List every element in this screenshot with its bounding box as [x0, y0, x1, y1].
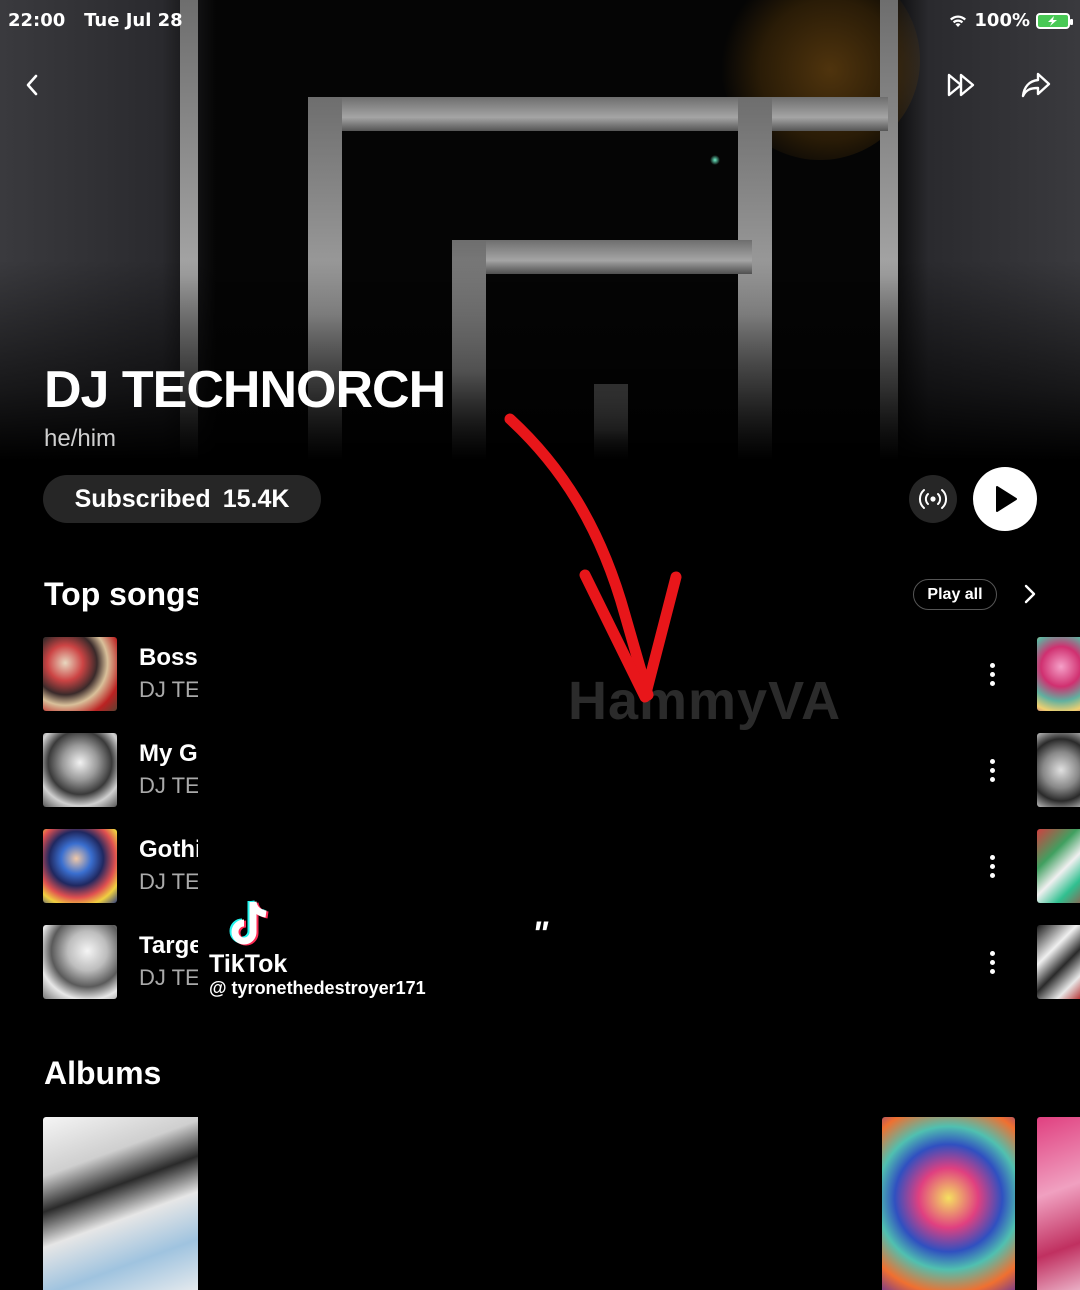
song-artist: DJ TE	[139, 965, 200, 990]
more-options-button[interactable]	[978, 659, 1006, 689]
back-icon	[26, 74, 38, 96]
artist-pronouns: he/him	[44, 425, 117, 452]
album-card[interactable]	[882, 1117, 1015, 1290]
skip-forward-icon	[947, 73, 975, 97]
song-thumbnail	[43, 925, 117, 999]
top-songs-more-button[interactable]	[1012, 576, 1048, 612]
radio-button[interactable]	[909, 475, 957, 523]
song-thumbnail	[43, 733, 117, 807]
artwork-spark	[710, 155, 720, 165]
tiktok-handle: @ tyronethedestroyer171	[209, 978, 426, 998]
play-icon	[996, 486, 1017, 512]
tiktok-logo-icon	[229, 900, 269, 946]
top-songs-heading: Top songs	[44, 576, 204, 612]
caption-quote: "	[532, 915, 549, 953]
song-title: My G	[139, 740, 198, 767]
battery-percent: 100%	[974, 10, 1030, 31]
album-card[interactable]	[1037, 1117, 1080, 1290]
radio-icon	[918, 489, 948, 509]
song-title: Gothi	[139, 836, 202, 863]
song-title: Targe	[139, 932, 203, 959]
artwork-shape	[308, 97, 888, 131]
status-right: 100%	[948, 10, 1073, 31]
status-bar: 22:00 Tue Jul 28 100%	[8, 8, 1073, 36]
play-all-button[interactable]: Play all	[913, 579, 997, 610]
red-arrow-annotation	[504, 413, 682, 703]
song-thumbnail	[43, 637, 117, 711]
artist-name: DJ TECHNORCH	[44, 361, 446, 419]
song-thumbnail	[43, 829, 117, 903]
more-options-button[interactable]	[978, 947, 1006, 977]
song-artist: DJ TE	[139, 773, 200, 798]
charging-bolt-icon	[1048, 15, 1057, 26]
back-button[interactable]	[14, 67, 50, 103]
chevron-right-icon	[1024, 584, 1036, 604]
share-icon	[1021, 72, 1051, 98]
more-options-button[interactable]	[978, 755, 1006, 785]
tiktok-brand: TikTok	[209, 950, 288, 978]
status-left: 22:00 Tue Jul 28	[8, 10, 183, 31]
song-thumbnail-next	[1037, 925, 1080, 999]
status-date: Tue Jul 28	[84, 10, 183, 31]
song-artist: DJ TE	[139, 677, 200, 702]
more-options-button[interactable]	[978, 851, 1006, 881]
subscribe-button[interactable]: Subscribed 15.4K	[43, 475, 321, 523]
play-button[interactable]	[973, 467, 1037, 531]
song-artist: DJ TE	[139, 869, 200, 894]
battery-icon	[1036, 12, 1073, 29]
subscribe-label: Subscribed	[74, 484, 211, 513]
album-card[interactable]	[43, 1117, 203, 1290]
wifi-icon	[950, 15, 967, 27]
status-time: 22:00	[8, 10, 66, 31]
song-title: Boss	[139, 644, 198, 671]
skip-forward-button[interactable]	[944, 67, 980, 103]
song-thumbnail-next	[1037, 829, 1080, 903]
share-button[interactable]	[1018, 67, 1054, 103]
song-thumbnail-next	[1037, 733, 1080, 807]
albums-heading: Albums	[44, 1055, 162, 1091]
subscriber-count: 15.4K	[222, 484, 290, 513]
song-thumbnail-next	[1037, 637, 1080, 711]
